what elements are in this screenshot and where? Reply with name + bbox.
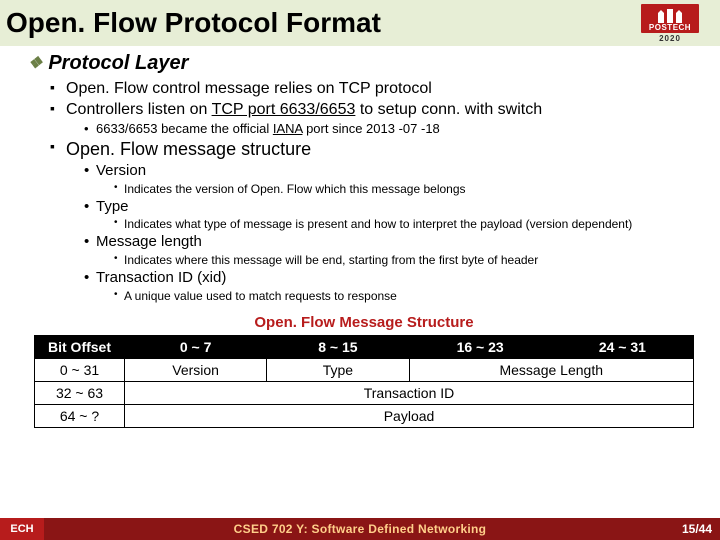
text: port since 2013 -07 -18 bbox=[302, 121, 439, 136]
bullet-list-level3: Indicates what type of message is presen… bbox=[96, 217, 700, 232]
table-cell: 32 ~ 63 bbox=[35, 381, 125, 404]
footer-left-badge: ECH bbox=[0, 518, 44, 540]
bullet-list-level2: Version Indicates the version of Open. F… bbox=[66, 162, 700, 304]
table-header: 16 ~ 23 bbox=[409, 335, 551, 358]
list-item: Indicates where this message will be end… bbox=[114, 253, 700, 268]
list-item: Type Indicates what type of message is p… bbox=[84, 198, 700, 233]
list-item: Indicates the version of Open. Flow whic… bbox=[114, 182, 700, 197]
bullet-list-level3: Indicates where this message will be end… bbox=[96, 253, 700, 268]
bullet-list-level3: A unique value used to match requests to… bbox=[96, 289, 700, 304]
table-title: Open. Flow Message Structure bbox=[28, 314, 700, 331]
title-bar: Open. Flow Protocol Format bbox=[0, 0, 720, 46]
diamond-icon: ❖ bbox=[28, 53, 42, 73]
bullet-list-level3: Indicates the version of Open. Flow whic… bbox=[96, 182, 700, 197]
text: Message length bbox=[96, 233, 202, 250]
table-cell: Message Length bbox=[409, 358, 694, 381]
table-row: 0 ~ 31 Version Type Message Length bbox=[35, 358, 694, 381]
list-item: Open. Flow message structure Version Ind… bbox=[50, 138, 700, 304]
logo-year: 2020 bbox=[659, 34, 681, 43]
text: to setup conn. with switch bbox=[355, 101, 542, 118]
list-item: Version Indicates the version of Open. F… bbox=[84, 162, 700, 197]
footer-page-number: 15/44 bbox=[682, 522, 712, 536]
table-header: 24 ~ 31 bbox=[551, 335, 693, 358]
bullet-list-level1: Open. Flow control message relies on TCP… bbox=[28, 79, 700, 304]
list-item: Controllers listen on TCP port 6633/6653… bbox=[50, 100, 700, 137]
footer-course: CSED 702 Y: Software Defined Networking bbox=[0, 522, 720, 536]
underlined-text: IANA bbox=[273, 121, 303, 136]
table-cell: Type bbox=[267, 358, 409, 381]
section-title: Protocol Layer bbox=[48, 52, 188, 75]
table-cell: Version bbox=[125, 358, 267, 381]
list-item: Transaction ID (xid) A unique value used… bbox=[84, 269, 700, 304]
table-cell: 0 ~ 31 bbox=[35, 358, 125, 381]
content-area: ❖ Protocol Layer Open. Flow control mess… bbox=[0, 46, 720, 428]
section-heading: ❖ Protocol Layer bbox=[28, 52, 700, 75]
logo-name: POSTECH bbox=[647, 23, 693, 32]
logo-badge: POSTECH bbox=[641, 4, 699, 33]
list-item: A unique value used to match requests to… bbox=[114, 289, 700, 304]
table-header: 8 ~ 15 bbox=[267, 335, 409, 358]
list-item: Message length Indicates where this mess… bbox=[84, 233, 700, 268]
list-item: Open. Flow control message relies on TCP… bbox=[50, 79, 700, 99]
text: 6633/6653 became the official bbox=[96, 121, 273, 136]
footer-bar: ECH CSED 702 Y: Software Defined Network… bbox=[0, 518, 720, 540]
table-header: Bit Offset bbox=[35, 335, 125, 358]
list-item: 6633/6653 became the official IANA port … bbox=[84, 121, 700, 137]
text: Transaction ID (xid) bbox=[96, 269, 226, 286]
list-item: Indicates what type of message is presen… bbox=[114, 217, 700, 232]
table-row: 64 ~ ? Payload bbox=[35, 404, 694, 427]
underlined-text: TCP port 6633/6653 bbox=[212, 101, 356, 118]
message-structure-table: Bit Offset 0 ~ 7 8 ~ 15 16 ~ 23 24 ~ 31 … bbox=[34, 335, 694, 428]
table-row: 32 ~ 63 Transaction ID bbox=[35, 381, 694, 404]
table-header-row: Bit Offset 0 ~ 7 8 ~ 15 16 ~ 23 24 ~ 31 bbox=[35, 335, 694, 358]
bullet-list-level2: 6633/6653 became the official IANA port … bbox=[66, 121, 700, 137]
table-cell: 64 ~ ? bbox=[35, 404, 125, 427]
text: Controllers listen on bbox=[66, 101, 212, 118]
slide-title: Open. Flow Protocol Format bbox=[6, 7, 381, 39]
table-cell: Transaction ID bbox=[125, 381, 694, 404]
logo: POSTECH 2020 bbox=[630, 4, 710, 42]
table-cell: Payload bbox=[125, 404, 694, 427]
text: Type bbox=[96, 198, 129, 215]
table-header: 0 ~ 7 bbox=[125, 335, 267, 358]
text: Open. Flow message structure bbox=[66, 139, 311, 159]
text: Version bbox=[96, 162, 146, 179]
